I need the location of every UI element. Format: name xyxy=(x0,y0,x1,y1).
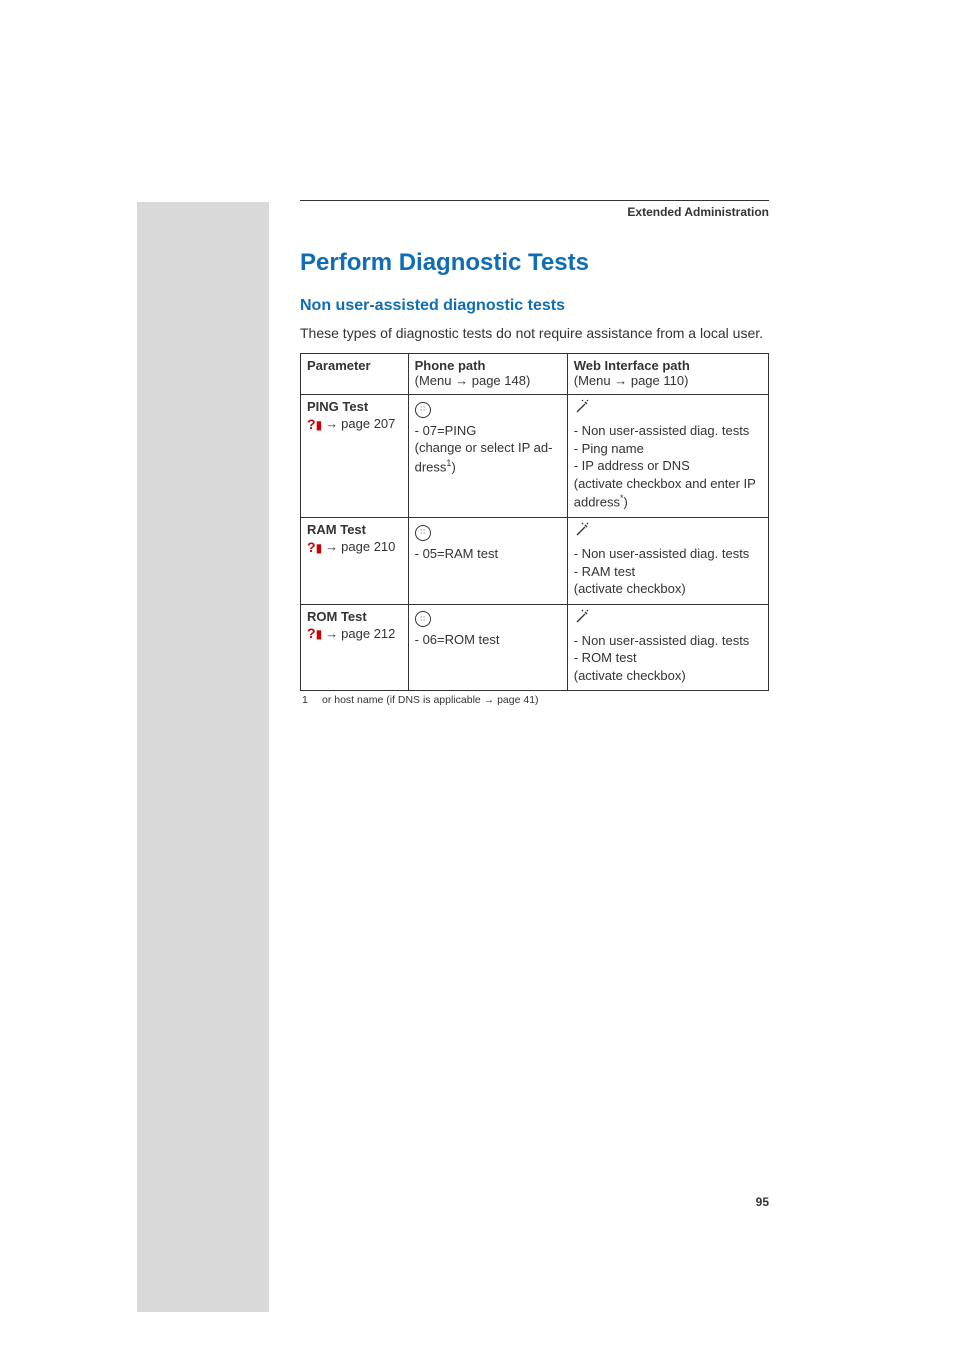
cell-line-suffix: ) xyxy=(624,495,628,510)
col-header-web-path: Web Interface path (Menu → page 110) xyxy=(567,354,768,395)
cell-line: (change or select IP ad- xyxy=(415,439,561,457)
footnote-number: 1 xyxy=(302,694,312,706)
running-header: Extended Administration xyxy=(300,205,769,219)
arrow-icon: → xyxy=(455,373,468,388)
page-content: Extended Administration Perform Diagnost… xyxy=(0,0,954,706)
param-cell: ROM Test ?▮ → page 212 xyxy=(301,604,409,691)
cell-line: dress1) xyxy=(415,457,561,476)
arrow-icon: → xyxy=(614,373,627,388)
cell-line: - Non user-assisted diag. tests xyxy=(574,545,762,563)
cell-line: - Ping name xyxy=(574,440,762,458)
cell-line: (activate checkbox and enter IP xyxy=(574,475,762,493)
web-path-title: Web Interface path xyxy=(574,358,690,373)
cell-line: - Non user-assisted diag. tests xyxy=(574,422,762,440)
web-menu-page: page 110) xyxy=(631,373,689,388)
intro-paragraph: These types of diagnostic tests do not r… xyxy=(300,325,769,341)
keypad-icon: ∷ xyxy=(415,525,431,541)
param-cell: PING Test ?▮ → page 207 xyxy=(301,395,409,518)
page-number: 95 xyxy=(756,1195,769,1209)
cell-line: - 05=RAM test xyxy=(415,545,561,563)
cell-line: - 06=ROM test xyxy=(415,631,561,649)
cell-line-suffix: ) xyxy=(451,459,455,474)
table-row: RAM Test ?▮ → page 210 ∷ - 05=RAM test xyxy=(301,518,769,605)
table-header-row: Parameter Phone path (Menu → page 148) W… xyxy=(301,354,769,395)
cell-line: (activate checkbox) xyxy=(574,667,762,685)
web-path-cell: - Non user-assisted diag. tests - RAM te… xyxy=(567,518,768,605)
table-footnote: 1 or host name (if DNS is applicable → p… xyxy=(302,694,769,706)
subsection-heading: Non user-assisted diagnostic tests xyxy=(300,297,769,315)
keypad-icon: ∷ xyxy=(415,402,431,418)
page-ref-text: page 212 xyxy=(341,626,395,641)
cell-line-text: address xyxy=(574,495,620,510)
section-heading: Perform Diagnostic Tests xyxy=(300,249,769,277)
phone-path-title: Phone path xyxy=(415,358,486,373)
footnote-text: or host name (if DNS is applicable → pag… xyxy=(322,694,539,706)
param-name: RAM Test xyxy=(307,522,402,537)
phone-path-cell: ∷ - 07=PING (change or select IP ad- dre… xyxy=(408,395,567,518)
reference-icon: ?▮ xyxy=(307,417,322,431)
table-row: ROM Test ?▮ → page 212 ∷ - 06=ROM test xyxy=(301,604,769,691)
param-name: ROM Test xyxy=(307,609,402,624)
param-cell: RAM Test ?▮ → page 210 xyxy=(301,518,409,605)
phone-path-cell: ∷ - 05=RAM test xyxy=(408,518,567,605)
wand-icon xyxy=(574,613,590,628)
footnote-text-before: or host name (if DNS is applicable xyxy=(322,694,481,706)
cell-line: - IP address or DNS xyxy=(574,457,762,475)
footnote-text-after: page 41) xyxy=(497,694,538,706)
wand-icon xyxy=(574,526,590,541)
cell-line: - 07=PING xyxy=(415,422,561,440)
col-header-parameter: Parameter xyxy=(301,354,409,395)
phone-menu-page: page 148) xyxy=(472,373,531,388)
page-reference-link[interactable]: ?▮ → page 207 xyxy=(307,416,395,431)
cell-line-text: dress xyxy=(415,459,447,474)
arrow-icon: → xyxy=(484,694,495,706)
page-ref-text: page 210 xyxy=(341,539,395,554)
arrow-icon: → xyxy=(325,539,338,554)
header-rule xyxy=(300,200,769,201)
cell-line: - ROM test xyxy=(574,649,762,667)
reference-icon: ?▮ xyxy=(307,540,322,554)
cell-line: address*) xyxy=(574,492,762,511)
arrow-icon: → xyxy=(325,626,338,641)
page-reference-link[interactable]: ?▮ → page 212 xyxy=(307,626,395,641)
table-row: PING Test ?▮ → page 207 ∷ - 07=PING (cha… xyxy=(301,395,769,518)
cell-line: - Non user-assisted diag. tests xyxy=(574,632,762,650)
phone-path-cell: ∷ - 06=ROM test xyxy=(408,604,567,691)
page-reference-link[interactable]: ?▮ → page 210 xyxy=(307,539,395,554)
parameters-table: Parameter Phone path (Menu → page 148) W… xyxy=(300,353,769,691)
param-name: PING Test xyxy=(307,399,402,414)
wand-icon xyxy=(574,403,590,418)
web-menu-prefix: (Menu xyxy=(574,373,611,388)
page-ref-text: page 207 xyxy=(341,416,395,431)
arrow-icon: → xyxy=(325,416,338,431)
phone-menu-prefix: (Menu xyxy=(415,373,452,388)
cell-line: - RAM test xyxy=(574,563,762,581)
keypad-icon: ∷ xyxy=(415,611,431,627)
web-path-cell: - Non user-assisted diag. tests - Ping n… xyxy=(567,395,768,518)
reference-icon: ?▮ xyxy=(307,626,322,640)
web-path-cell: - Non user-assisted diag. tests - ROM te… xyxy=(567,604,768,691)
cell-line: (activate checkbox) xyxy=(574,580,762,598)
col-header-phone-path: Phone path (Menu → page 148) xyxy=(408,354,567,395)
